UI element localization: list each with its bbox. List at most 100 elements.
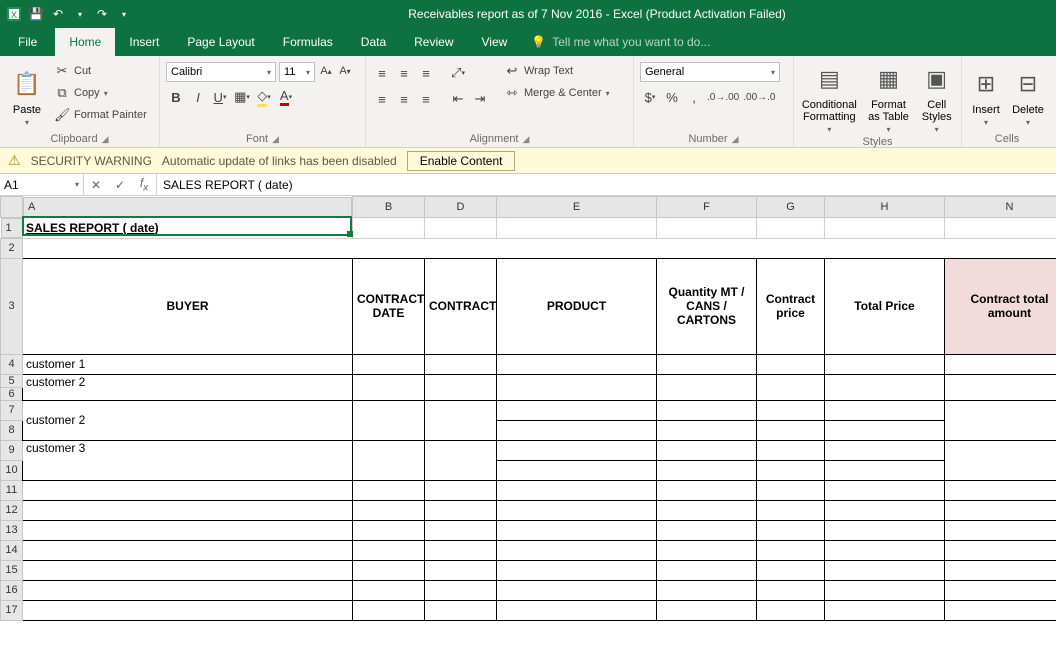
cell[interactable]: [497, 480, 657, 500]
number-launcher-icon[interactable]: ◢: [732, 134, 739, 145]
cell[interactable]: [757, 420, 825, 440]
cell[interactable]: [657, 374, 757, 400]
cell[interactable]: [657, 440, 757, 460]
cell[interactable]: [825, 540, 945, 560]
cell[interactable]: [425, 374, 497, 400]
align-right-button[interactable]: ≡: [416, 88, 436, 110]
cell[interactable]: [657, 540, 757, 560]
cell[interactable]: [497, 440, 657, 460]
cell-A5[interactable]: customer 2: [23, 374, 353, 400]
align-middle-button[interactable]: ≡: [394, 62, 414, 84]
cell[interactable]: [825, 420, 945, 440]
cell[interactable]: [757, 354, 825, 374]
header-total-price[interactable]: Total Price: [825, 258, 945, 354]
cell[interactable]: [497, 560, 657, 580]
align-top-button[interactable]: ≡: [372, 62, 392, 84]
tab-data[interactable]: Data: [347, 28, 400, 56]
cell[interactable]: [757, 560, 825, 580]
comma-button[interactable]: ,: [684, 86, 704, 108]
save-icon[interactable]: 💾: [28, 6, 44, 22]
qat-customize-icon[interactable]: ▾: [116, 6, 132, 22]
cell-A9[interactable]: customer 3: [23, 440, 353, 480]
header-contract[interactable]: CONTRACT: [425, 258, 497, 354]
col-header-G[interactable]: G: [757, 197, 825, 218]
cell[interactable]: [23, 480, 353, 500]
cell[interactable]: [757, 480, 825, 500]
cell[interactable]: [825, 400, 945, 420]
cell-styles-button[interactable]: ▣Cell Styles ▾: [918, 59, 955, 136]
tab-review[interactable]: Review: [400, 28, 467, 56]
undo-icon[interactable]: ↶: [50, 6, 66, 22]
merge-center-button[interactable]: ⇿Merge & Center ▾: [504, 83, 610, 103]
tab-page-layout[interactable]: Page Layout: [173, 28, 268, 56]
cell[interactable]: [353, 440, 425, 480]
increase-decimal-button[interactable]: .0→.00: [706, 86, 740, 108]
bold-button[interactable]: B: [166, 86, 186, 108]
fill-color-button[interactable]: ◇▾: [254, 86, 274, 108]
font-launcher-icon[interactable]: ◢: [272, 134, 279, 145]
cell[interactable]: [945, 440, 1056, 480]
cell[interactable]: [497, 540, 657, 560]
select-all-corner[interactable]: [1, 197, 23, 218]
cell[interactable]: [945, 500, 1056, 520]
col-header-D[interactable]: D: [425, 197, 497, 218]
tab-view[interactable]: View: [468, 28, 522, 56]
cell[interactable]: [657, 580, 757, 600]
tab-formulas[interactable]: Formulas: [269, 28, 347, 56]
italic-button[interactable]: I: [188, 86, 208, 108]
cell[interactable]: [353, 374, 425, 400]
cell[interactable]: [425, 560, 497, 580]
clipboard-launcher-icon[interactable]: ◢: [102, 134, 109, 145]
cut-button[interactable]: ✂Cut: [54, 61, 147, 81]
row-header[interactable]: 13: [1, 520, 23, 540]
cell[interactable]: [425, 540, 497, 560]
col-header-B[interactable]: B: [353, 197, 425, 218]
cell[interactable]: [825, 480, 945, 500]
header-quantity[interactable]: Quantity MT / CANS / CARTONS: [657, 258, 757, 354]
cell[interactable]: [825, 217, 945, 238]
cell[interactable]: [425, 400, 497, 440]
align-center-button[interactable]: ≡: [394, 88, 414, 110]
cell[interactable]: [425, 500, 497, 520]
cell[interactable]: [657, 460, 757, 480]
decrease-indent-button[interactable]: ⇤: [448, 88, 468, 110]
cell[interactable]: [497, 600, 657, 620]
cell[interactable]: [353, 600, 425, 620]
row-header[interactable]: 5: [1, 374, 23, 387]
cell[interactable]: [825, 600, 945, 620]
cell[interactable]: [657, 420, 757, 440]
cell[interactable]: [657, 600, 757, 620]
cell[interactable]: [757, 600, 825, 620]
font-name-select[interactable]: Calibri▾: [166, 62, 276, 82]
format-painter-button[interactable]: 🖌Format Painter: [54, 105, 147, 125]
cell[interactable]: [23, 580, 353, 600]
cell[interactable]: [825, 460, 945, 480]
cell[interactable]: [425, 480, 497, 500]
cell-A1[interactable]: SALES REPORT ( date): [23, 217, 353, 238]
cell[interactable]: [23, 540, 353, 560]
cell[interactable]: [945, 560, 1056, 580]
cell[interactable]: [657, 354, 757, 374]
align-left-button[interactable]: ≡: [372, 88, 392, 110]
cell[interactable]: [657, 520, 757, 540]
decrease-font-button[interactable]: A▾: [337, 62, 353, 80]
header-buyer[interactable]: BUYER: [23, 258, 353, 354]
cell[interactable]: [353, 480, 425, 500]
cell[interactable]: [497, 374, 657, 400]
cell[interactable]: [497, 217, 657, 238]
cell[interactable]: [757, 500, 825, 520]
cell[interactable]: [945, 600, 1056, 620]
cell[interactable]: [945, 480, 1056, 500]
cell[interactable]: [757, 580, 825, 600]
cell[interactable]: [23, 500, 353, 520]
header-contract-price[interactable]: Contract price: [757, 258, 825, 354]
cell[interactable]: [497, 460, 657, 480]
cell[interactable]: [497, 580, 657, 600]
cell[interactable]: [825, 354, 945, 374]
cell[interactable]: [825, 560, 945, 580]
row-header[interactable]: 10: [1, 460, 23, 480]
col-header-F[interactable]: F: [657, 197, 757, 218]
format-as-table-button[interactable]: ▦Format as Table ▾: [865, 59, 913, 136]
cell[interactable]: [757, 460, 825, 480]
enable-content-button[interactable]: Enable Content: [407, 151, 516, 171]
